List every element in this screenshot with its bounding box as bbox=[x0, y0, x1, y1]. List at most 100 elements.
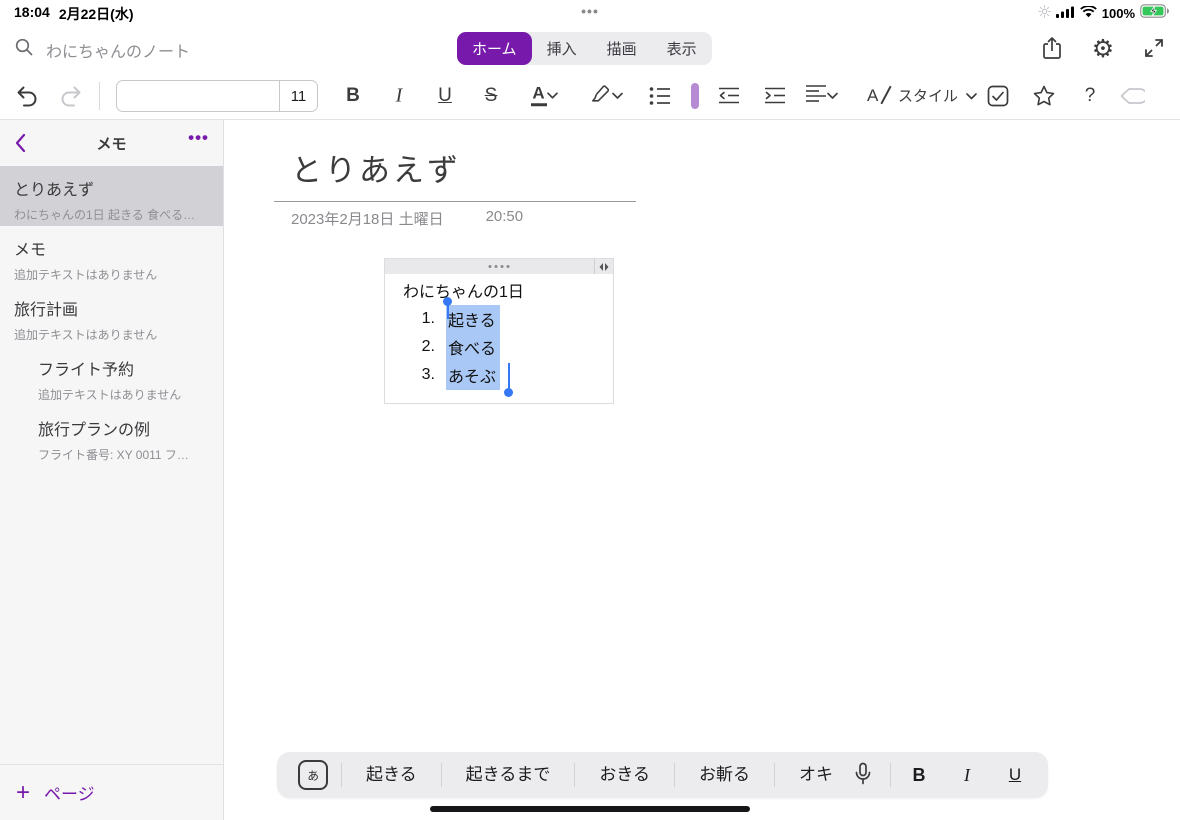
underline-quick-button[interactable]: U bbox=[991, 765, 1039, 785]
resize-arrows-icon[interactable] bbox=[594, 259, 613, 274]
status-bar: 18:04 2月22日(水) ••• 100% bbox=[0, 0, 1180, 24]
sidebar: メモ ••• とりあえず わにちゃんの1日 起きる 食べる… メモ 追加テキスト… bbox=[0, 120, 224, 820]
highlighter-icon bbox=[590, 82, 612, 109]
sun-icon bbox=[1038, 5, 1051, 23]
indent-button[interactable] bbox=[761, 86, 789, 106]
star-tag-button[interactable] bbox=[1030, 84, 1058, 108]
tab-insert[interactable]: 挿入 bbox=[532, 32, 592, 65]
todo-checkbox-button[interactable] bbox=[984, 85, 1012, 107]
page-time[interactable]: 20:50 bbox=[486, 208, 524, 229]
list-item-subpage[interactable]: フライト予約 追加テキストはありません bbox=[0, 346, 223, 406]
list-item-subpage[interactable]: 旅行プランの例 フライト番号: XY 0011 フ… bbox=[0, 406, 223, 466]
font-name-field[interactable] bbox=[117, 81, 279, 111]
font-controls: 11 bbox=[116, 80, 318, 112]
outdent-button[interactable] bbox=[715, 86, 743, 106]
status-right: 100% bbox=[1038, 4, 1170, 23]
selected-text[interactable]: あそぶ bbox=[446, 361, 500, 390]
status-left: 18:04 2月22日(水) bbox=[14, 4, 134, 24]
share-icon[interactable] bbox=[1038, 34, 1066, 62]
fullscreen-expand-icon[interactable] bbox=[1140, 34, 1168, 62]
selected-text[interactable]: 起きる bbox=[446, 305, 500, 334]
microphone-icon[interactable] bbox=[848, 762, 878, 788]
search-icon bbox=[14, 37, 34, 62]
numbered-list-item[interactable]: 2. 食べる bbox=[403, 333, 613, 361]
underline-button[interactable]: U bbox=[430, 85, 460, 107]
status-date: 2月22日(水) bbox=[59, 4, 134, 24]
input-mode-button[interactable]: ぁ bbox=[298, 760, 328, 790]
toolbar-divider bbox=[99, 82, 100, 110]
outline-body[interactable]: わにちゃんの1日 1. 起きる 2. 食べる 3. あそぶ bbox=[385, 274, 613, 389]
numbered-list-item[interactable]: 1. 起きる bbox=[403, 305, 613, 333]
undo-button[interactable] bbox=[12, 83, 42, 109]
styles-button[interactable]: A スタイル bbox=[866, 84, 977, 108]
question-tag-button[interactable]: ? bbox=[1078, 85, 1102, 107]
suggestion[interactable]: 起きる bbox=[341, 763, 441, 787]
styles-label: スタイル bbox=[898, 85, 958, 106]
highlighter-button[interactable] bbox=[582, 82, 630, 109]
chevron-down-icon bbox=[827, 87, 838, 105]
active-format-indicator bbox=[691, 83, 699, 109]
settings-gear-icon[interactable]: ⚙ bbox=[1089, 34, 1117, 62]
home-indicator[interactable] bbox=[430, 806, 750, 812]
add-page-button[interactable]: + ページ bbox=[0, 764, 223, 820]
page-title[interactable]: とりあえず bbox=[291, 145, 461, 190]
italic-button[interactable]: I bbox=[384, 84, 414, 107]
font-size-field[interactable]: 11 bbox=[279, 81, 317, 111]
page-canvas[interactable]: とりあえず 2023年2月18日 土曜日 20:50 わにちゃんの1日 1. 起… bbox=[224, 120, 1180, 820]
keyboard-suggestion-bar: ぁ 起きる 起きるまで おきる お斬る オキ B I U bbox=[277, 752, 1048, 798]
back-chevron-icon[interactable] bbox=[14, 133, 26, 158]
wifi-icon bbox=[1080, 5, 1097, 23]
alignment-button[interactable] bbox=[799, 84, 843, 107]
tab-home[interactable]: ホーム bbox=[457, 32, 532, 65]
bold-button[interactable]: B bbox=[338, 85, 368, 107]
tab-view[interactable]: 表示 bbox=[652, 32, 712, 65]
title-divider bbox=[274, 201, 636, 202]
ribbon-tab-group: ホーム 挿入 描画 表示 bbox=[457, 32, 712, 65]
page-date[interactable]: 2023年2月18日 土曜日 bbox=[291, 208, 444, 229]
selected-text[interactable]: 食べる bbox=[446, 333, 500, 362]
nav-actions: ⚙ bbox=[1038, 34, 1168, 62]
tag-button[interactable] bbox=[1116, 87, 1148, 105]
suggestion-list: 起きる 起きるまで おきる お斬る オキ bbox=[341, 752, 838, 798]
styles-pen-icon: A bbox=[866, 84, 890, 108]
bold-quick-button[interactable]: B bbox=[895, 765, 943, 786]
battery-icon bbox=[1140, 4, 1170, 23]
search-field[interactable]: わにちゃんのノート bbox=[14, 37, 190, 62]
drag-dots-icon bbox=[489, 265, 510, 268]
bullet-list-button[interactable] bbox=[646, 85, 674, 107]
list-item[interactable]: メモ 追加テキストはありません bbox=[0, 226, 223, 286]
tools-divider bbox=[890, 763, 891, 787]
redo-button[interactable] bbox=[56, 83, 86, 109]
screen: 18:04 2月22日(水) ••• 100% わにちゃんのノート bbox=[0, 0, 1180, 820]
note-outline-container: わにちゃんの1日 1. 起きる 2. 食べる 3. あそぶ bbox=[384, 258, 614, 404]
sidebar-header: メモ ••• bbox=[0, 120, 223, 166]
notebook-name: わにちゃんのノート bbox=[46, 38, 190, 62]
suggestion[interactable]: おきる bbox=[574, 763, 674, 787]
selection-end-handle[interactable] bbox=[504, 388, 513, 397]
selection-start-bar[interactable] bbox=[447, 305, 449, 319]
suggestion-tools: B I U bbox=[838, 762, 1039, 788]
font-color-icon: A bbox=[531, 85, 547, 107]
selection-end-bar[interactable] bbox=[508, 363, 510, 389]
cellular-signal-icon bbox=[1056, 5, 1075, 23]
suggestion[interactable]: オキ bbox=[774, 763, 838, 787]
status-time: 18:04 bbox=[14, 4, 50, 24]
outline-heading[interactable]: わにちゃんの1日 bbox=[403, 281, 613, 305]
list-item[interactable]: 旅行計画 追加テキストはありません bbox=[0, 286, 223, 346]
list-item[interactable]: とりあえず わにちゃんの1日 起きる 食べる… bbox=[0, 166, 223, 226]
font-color-button[interactable]: A bbox=[521, 85, 567, 107]
suggestion[interactable]: お斬る bbox=[674, 763, 774, 787]
chevron-down-icon bbox=[966, 87, 977, 105]
outline-drag-handle[interactable] bbox=[385, 259, 613, 274]
italic-quick-button[interactable]: I bbox=[943, 765, 991, 786]
strikethrough-button[interactable]: S bbox=[476, 85, 506, 107]
align-left-icon bbox=[805, 84, 827, 107]
chevron-down-icon bbox=[612, 87, 623, 105]
more-options-icon[interactable]: ••• bbox=[188, 128, 209, 148]
suggestion[interactable]: 起きるまで bbox=[441, 763, 575, 787]
format-toolbar: 11 B I U S A bbox=[0, 72, 1180, 120]
chevron-down-icon bbox=[547, 87, 558, 105]
plus-icon: + bbox=[16, 781, 30, 805]
tab-draw[interactable]: 描画 bbox=[592, 32, 652, 65]
battery-percent: 100% bbox=[1102, 6, 1135, 21]
